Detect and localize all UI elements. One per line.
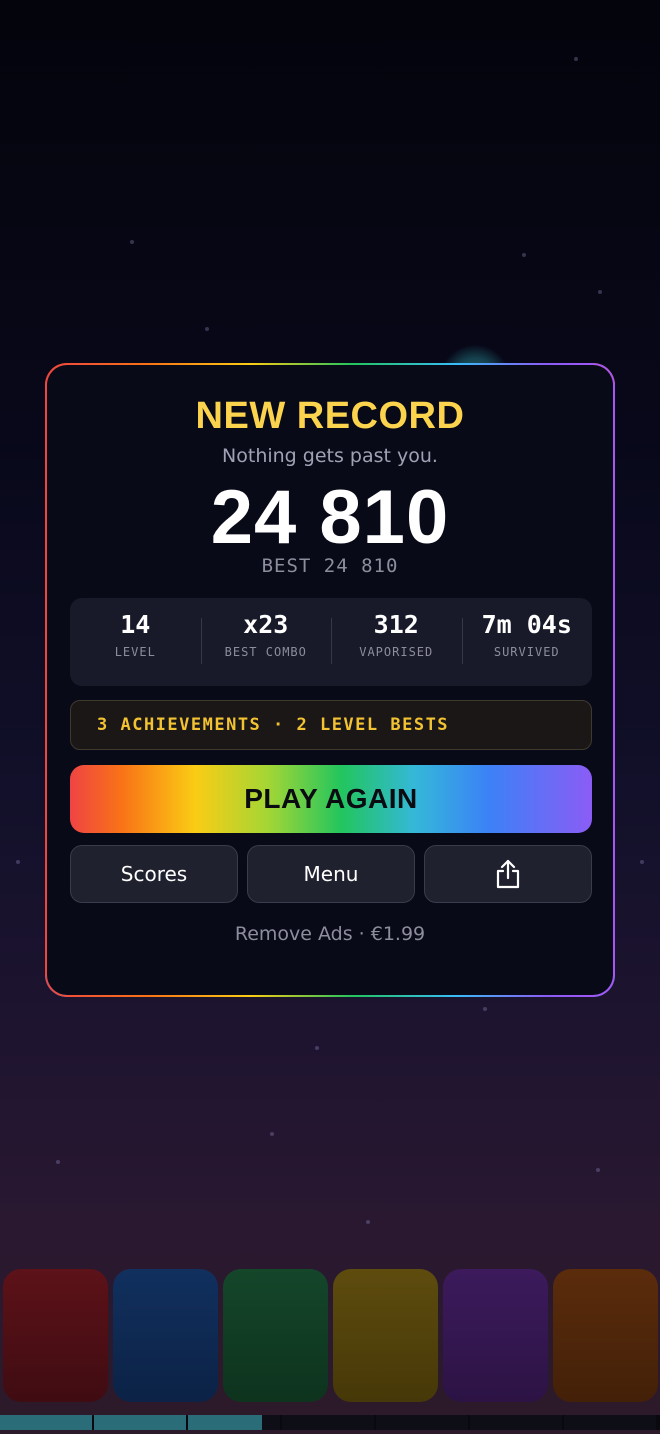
purple-tile[interactable] <box>443 1269 548 1402</box>
stat-value: 14 <box>120 610 151 639</box>
progress-segment <box>564 1415 656 1430</box>
stat-best-combo: x23 BEST COMBO <box>200 598 332 686</box>
level-progress-bar <box>0 1415 660 1430</box>
stat-value: 7m 04s <box>481 610 572 639</box>
green-tile[interactable] <box>223 1269 328 1402</box>
red-tile[interactable] <box>3 1269 108 1402</box>
orange-tile[interactable] <box>553 1269 658 1402</box>
share-button[interactable] <box>424 845 592 903</box>
dialog-subtitle: Nothing gets past you. <box>222 445 438 467</box>
game-over-dialog: NEW RECORD Nothing gets past you. 24 810… <box>45 363 615 997</box>
progress-segment <box>0 1415 92 1430</box>
background-star <box>270 1132 274 1136</box>
background-star <box>598 290 602 294</box>
progress-segment <box>94 1415 186 1430</box>
progress-segment <box>376 1415 468 1430</box>
progress-segment-fill <box>94 1415 186 1430</box>
share-icon <box>496 859 520 889</box>
stat-label: SURVIVED <box>493 645 560 659</box>
scores-button[interactable]: Scores <box>70 845 238 903</box>
progress-segment-fill <box>0 1415 92 1430</box>
stat-label: LEVEL <box>114 645 156 659</box>
background-star <box>596 1168 600 1172</box>
background-star <box>640 860 644 864</box>
stat-level: 14 LEVEL <box>70 598 201 686</box>
stat-value: x23 <box>243 610 289 639</box>
new-record-title: NEW RECORD <box>195 395 465 437</box>
final-score: 24 810 <box>210 475 450 560</box>
stat-survived: 7m 04s SURVIVED <box>461 598 593 686</box>
background-star <box>16 860 20 864</box>
background-star <box>522 253 526 257</box>
background-star <box>315 1046 319 1050</box>
best-score: BEST 24 810 <box>261 555 399 577</box>
stat-label: BEST COMBO <box>224 645 307 659</box>
background-star <box>205 327 209 331</box>
play-again-button[interactable]: PLAY AGAIN <box>70 765 592 833</box>
progress-segment-fill <box>188 1415 262 1430</box>
blue-tile[interactable] <box>113 1269 218 1402</box>
achievements-banner[interactable]: 3 ACHIEVEMENTS · 2 LEVEL BESTS <box>70 700 592 750</box>
stat-label: VAPORISED <box>359 645 434 659</box>
secondary-actions: Scores Menu <box>70 845 592 903</box>
progress-segment <box>282 1415 374 1430</box>
background-star <box>574 57 578 61</box>
background-star <box>483 1007 487 1011</box>
dialog-panel: NEW RECORD Nothing gets past you. 24 810… <box>47 365 613 995</box>
stat-value: 312 <box>373 610 419 639</box>
menu-button[interactable]: Menu <box>247 845 415 903</box>
color-tiles <box>3 1269 658 1402</box>
background-star <box>130 240 134 244</box>
background-star <box>56 1160 60 1164</box>
yellow-tile[interactable] <box>333 1269 438 1402</box>
stat-vaporised: 312 VAPORISED <box>331 598 462 686</box>
stats-panel: 14 LEVEL x23 BEST COMBO 312 VAPORISED 7m… <box>70 598 592 686</box>
progress-segment <box>188 1415 280 1430</box>
progress-segment <box>470 1415 562 1430</box>
remove-ads-link[interactable]: Remove Ads · €1.99 <box>47 923 613 945</box>
background-star <box>366 1220 370 1224</box>
